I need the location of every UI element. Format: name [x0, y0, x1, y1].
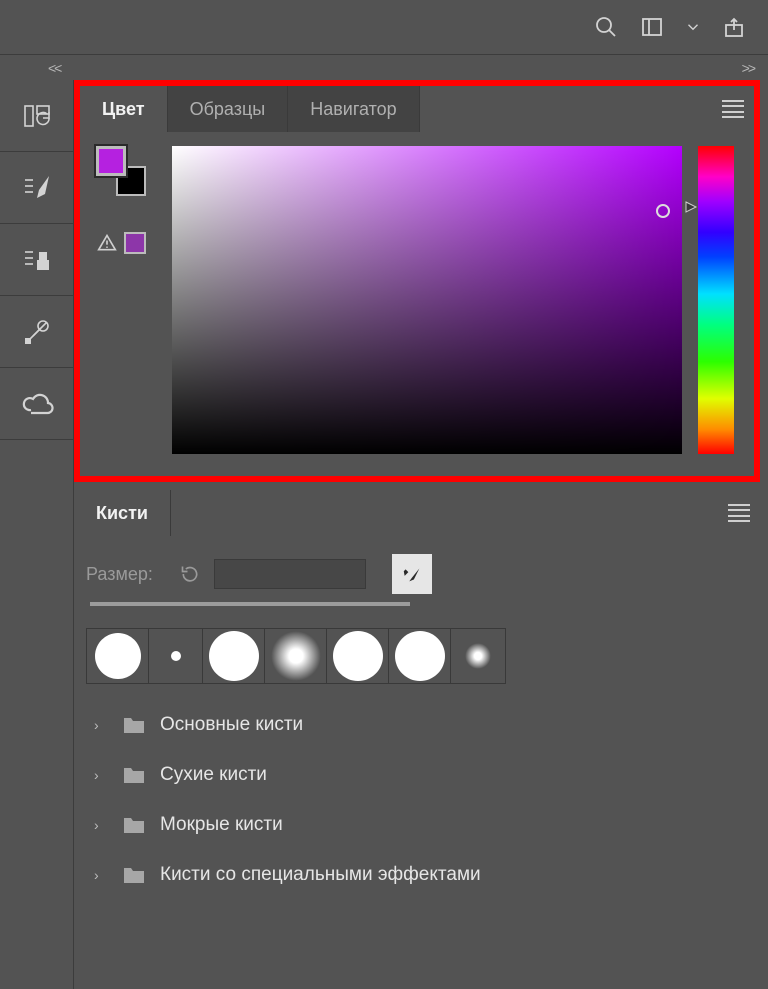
brush-folder[interactable]: › Кисти со специальными эффектами [86, 850, 738, 900]
recent-brushes-row [86, 628, 506, 684]
color-field[interactable] [172, 146, 682, 454]
creative-cloud-button[interactable] [0, 368, 73, 440]
brush-folder[interactable]: › Мокрые кисти [86, 800, 738, 850]
brush-folder[interactable]: › Основные кисти [86, 700, 738, 750]
brush-preset[interactable] [389, 629, 451, 683]
size-label: Размер: [86, 564, 166, 585]
brush-folder-label: Сухие кисти [160, 764, 267, 786]
folder-icon [122, 865, 146, 885]
brush-preset[interactable] [87, 629, 149, 683]
folder-icon [122, 765, 146, 785]
color-panel-tabs: Цвет Образцы Навигатор [80, 86, 754, 132]
brush-size-input[interactable] [214, 559, 366, 589]
brushes-panel: Кисти Размер: [74, 490, 760, 924]
chevron-down-icon[interactable] [684, 13, 702, 41]
collapse-right-icon[interactable]: >> [742, 60, 754, 76]
foreground-background-swatch[interactable] [96, 146, 146, 196]
chevron-right-icon: › [94, 817, 108, 833]
brush-preset[interactable] [451, 629, 505, 683]
tab-color[interactable]: Цвет [80, 86, 168, 132]
app-titlebar [0, 0, 768, 54]
folder-icon [122, 715, 146, 735]
brush-presets-button[interactable] [0, 152, 73, 224]
hue-slider-pointer[interactable] [684, 200, 698, 219]
panel-menu-icon[interactable] [722, 100, 744, 118]
brush-preset[interactable] [149, 629, 203, 683]
reset-size-icon[interactable] [180, 564, 200, 584]
brush-folder-label: Мокрые кисти [160, 814, 283, 836]
brush-folder-label: Основные кисти [160, 714, 303, 736]
hue-slider[interactable] [698, 146, 734, 454]
brush-folder[interactable]: › Сухие кисти [86, 750, 738, 800]
workspace-layout-icon[interactable] [638, 13, 666, 41]
brush-preset[interactable] [203, 629, 265, 683]
toggle-brush-preview-button[interactable] [392, 554, 432, 594]
foreground-color-swatch[interactable] [96, 146, 126, 176]
share-icon[interactable] [720, 13, 748, 41]
tab-swatches[interactable]: Образцы [168, 86, 289, 132]
gamut-warning-icon[interactable] [96, 233, 118, 253]
brush-size-slider[interactable] [90, 602, 410, 606]
icon-sidebar [0, 80, 74, 989]
chevron-right-icon: › [94, 767, 108, 783]
paragraph-styles-button[interactable] [0, 224, 73, 296]
collapse-left-icon[interactable]: << [48, 60, 60, 76]
color-panel: Цвет Образцы Навигатор [74, 80, 760, 482]
brushes-panel-tabs: Кисти [74, 490, 760, 536]
panel-collapse-row: << >> [0, 54, 768, 80]
chevron-right-icon: › [94, 717, 108, 733]
brush-folder-label: Кисти со специальными эффектами [160, 864, 481, 886]
color-swatch-column [96, 146, 156, 454]
tab-brushes[interactable]: Кисти [74, 490, 171, 536]
color-field-cursor[interactable] [656, 204, 670, 218]
chevron-right-icon: › [94, 867, 108, 883]
closest-gamut-swatch[interactable] [124, 232, 146, 254]
history-panel-button[interactable] [0, 80, 73, 152]
brush-preset[interactable] [265, 629, 327, 683]
panel-menu-icon[interactable] [728, 504, 750, 522]
brush-preset[interactable] [327, 629, 389, 683]
search-icon[interactable] [592, 13, 620, 41]
tool-settings-button[interactable] [0, 296, 73, 368]
folder-icon [122, 815, 146, 835]
brush-folder-list: › Основные кисти › Сухие кисти › Мокрые … [86, 700, 738, 900]
tab-navigator[interactable]: Навигатор [288, 86, 419, 132]
